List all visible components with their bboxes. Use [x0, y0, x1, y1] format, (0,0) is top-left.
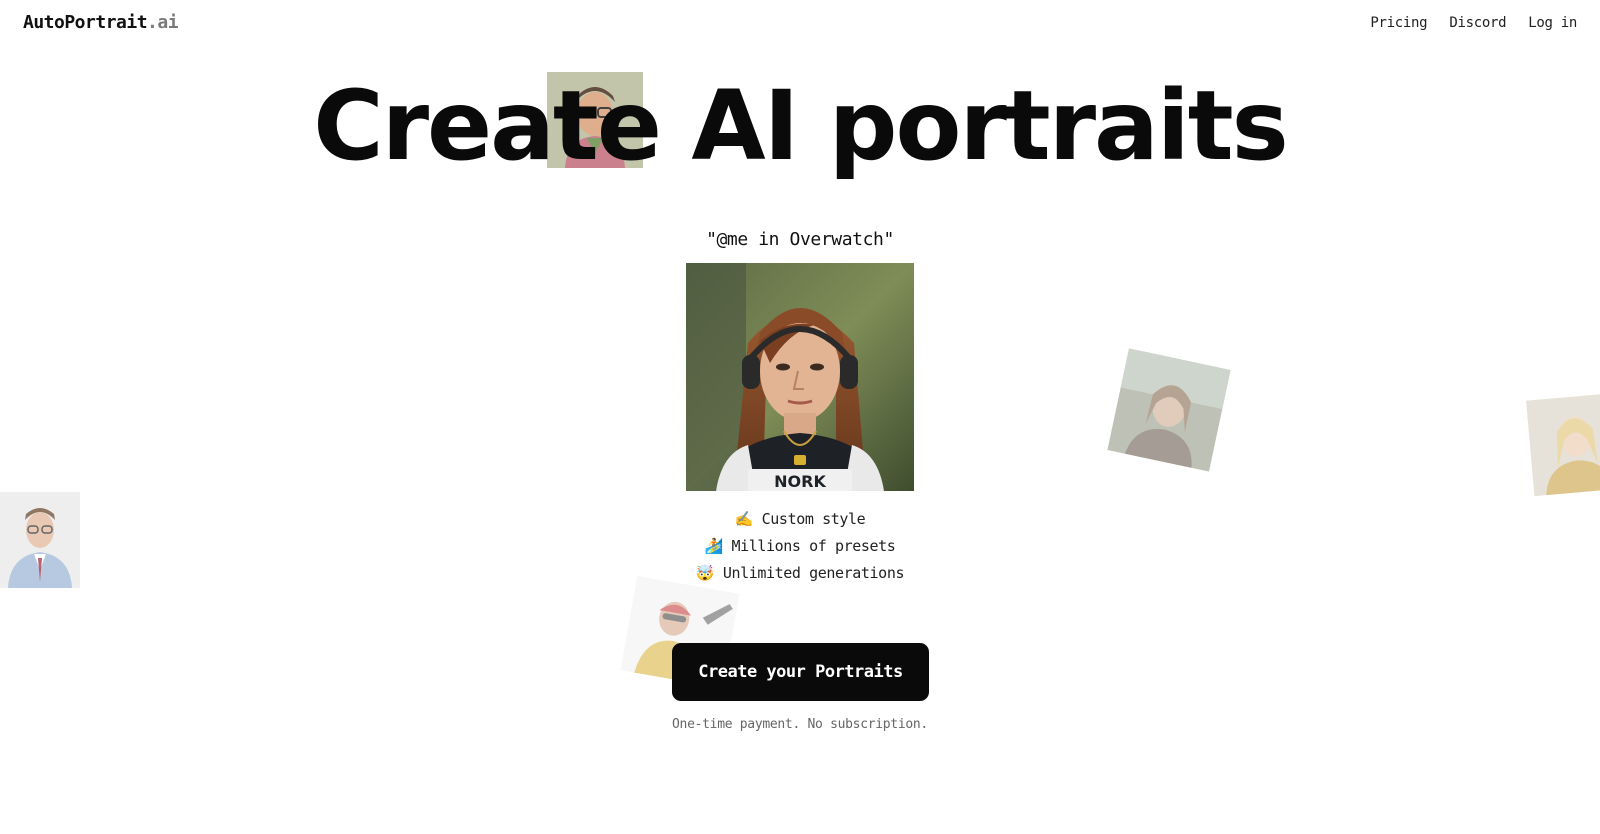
nav-pricing[interactable]: Pricing: [1370, 15, 1427, 31]
writing-hand-icon: ✍️: [734, 510, 754, 528]
portrait-image: NORK: [686, 263, 914, 491]
floating-portrait-blonde-edge: [1525, 393, 1600, 497]
exploding-head-icon: 🤯: [695, 564, 715, 582]
logo-suffix: .ai: [147, 12, 179, 33]
surfer-icon: 🏄: [704, 537, 724, 555]
create-portraits-button[interactable]: Create your Portraits: [672, 643, 929, 701]
svg-text:NORK: NORK: [774, 472, 826, 491]
main-portrait-image: NORK: [686, 263, 914, 491]
landing-page: AutoPortrait.ai Pricing Discord Log in C…: [0, 0, 1600, 834]
site-header: AutoPortrait.ai Pricing Discord Log in: [0, 0, 1600, 46]
portrait-image: [1107, 348, 1231, 472]
logo[interactable]: AutoPortrait.ai: [23, 12, 179, 33]
feature-item: ✍️ Custom style: [0, 506, 1600, 533]
feature-label: Millions of presets: [731, 537, 896, 555]
feature-list: ✍️ Custom style 🏄 Millions of presets 🤯 …: [0, 506, 1600, 587]
feature-label: Custom style: [761, 510, 866, 528]
hero-headline: Create AI portraits: [313, 70, 1289, 182]
feature-item: 🤯 Unlimited generations: [0, 560, 1600, 587]
feature-item: 🏄 Millions of presets: [0, 533, 1600, 560]
top-nav: Pricing Discord Log in: [1370, 15, 1577, 31]
nav-discord[interactable]: Discord: [1449, 15, 1506, 31]
floating-portrait-person-rotated-right: [1107, 348, 1231, 472]
payment-note: One-time payment. No subscription.: [672, 717, 928, 732]
nav-login[interactable]: Log in: [1528, 15, 1577, 31]
prompt-caption: "@me in Overwatch": [706, 229, 894, 250]
portrait-image: [1525, 393, 1600, 497]
feature-label: Unlimited generations: [722, 564, 905, 582]
logo-main: AutoPortrait: [23, 12, 148, 33]
